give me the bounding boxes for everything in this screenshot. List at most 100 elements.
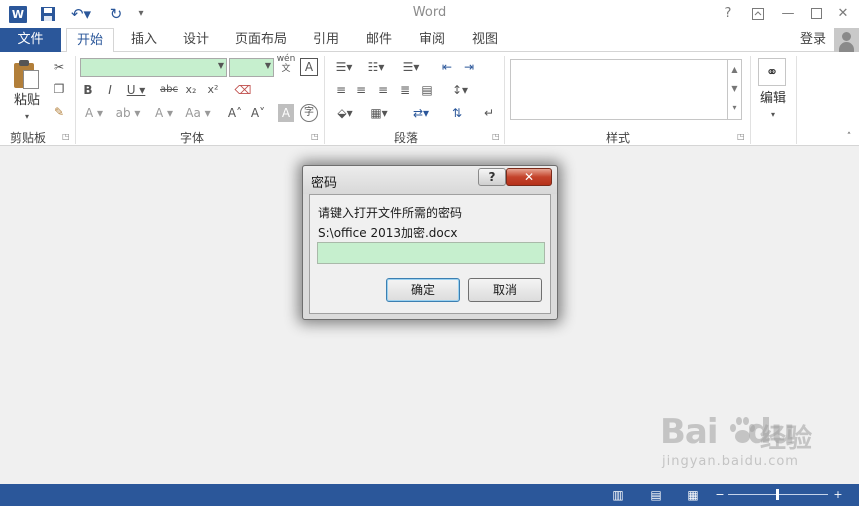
sort-icon[interactable]: ⇅ [448,104,466,122]
ribbon-display-icon[interactable] [748,4,768,24]
zoom-in-icon[interactable]: + [830,487,846,503]
strikethrough-icon[interactable]: abc [158,81,180,99]
justify-icon[interactable]: ≣ [396,81,414,99]
tab-home[interactable]: 开始 [66,28,114,53]
save-icon[interactable] [38,4,58,24]
paste-dropdown-icon[interactable]: ▾ [20,108,34,126]
clipboard-group-label: 剪贴板 [10,131,47,145]
tab-review[interactable]: 审阅 [410,28,454,52]
tab-file[interactable]: 文件 [0,28,61,52]
shading-icon[interactable]: ⬙▾ [330,104,360,122]
group-separator [75,56,76,144]
multilevel-list-icon[interactable]: ☰▾ [396,58,426,76]
font-name-box[interactable]: ▼ [80,58,227,77]
status-bar: ▥ ▤ ▦ − + [0,484,859,506]
ribbon-tab-bar: 文件 开始 插入 设计 页面布局 引用 邮件 审阅 视图 登录 [0,28,859,53]
distributed-icon[interactable]: ▤ [418,81,436,99]
cancel-button[interactable]: 取消 [468,278,542,302]
file-path: S:\office 2013加密.docx [318,226,458,240]
highlight-color-icon[interactable]: ab ▾ [113,104,143,122]
shrink-font-icon[interactable]: A˅ [249,104,267,122]
grow-font-icon[interactable]: A˄ [226,104,244,122]
styles-group-label: 样式 [606,131,631,145]
close-icon[interactable]: ✕ [833,4,853,24]
superscript-icon[interactable]: x² [204,81,222,99]
paste-icon[interactable] [14,60,40,90]
password-dialog: 密码 ? ✕ 请键入打开文件所需的密码 S:\office 2013加密.doc… [302,165,558,320]
format-painter-icon[interactable]: ✎ [50,103,68,121]
minimize-icon[interactable]: — [778,4,798,24]
font-group-label: 字体 [180,131,205,145]
group-separator [796,56,797,144]
tab-mailings[interactable]: 邮件 [357,28,401,52]
dialog-title-bar[interactable]: 密码 ? ✕ [303,166,557,194]
borders-icon[interactable]: ▦▾ [364,104,394,122]
numbering-icon[interactable]: ☷▾ [362,58,390,76]
undo-icon[interactable]: ↶▾ [66,4,96,24]
chinese-layout-icon[interactable]: ⇄▾ [406,104,436,122]
styles-launcher-icon[interactable]: ◳ [737,132,747,142]
enclose-characters-icon[interactable]: 字 [300,104,318,122]
maximize-icon[interactable] [806,4,826,24]
dialog-close-button[interactable]: ✕ [506,168,552,186]
zoom-out-icon[interactable]: − [712,487,728,503]
underline-icon[interactable]: U ▾ [124,81,148,99]
font-color-icon[interactable]: A ▾ [150,104,178,122]
collapse-ribbon-icon[interactable]: ˄ [843,128,855,146]
tab-page-layout[interactable]: 页面布局 [228,28,294,52]
italic-icon[interactable]: I [102,81,118,99]
show-hide-marks-icon[interactable]: ↵ [480,104,498,122]
group-separator [504,56,505,144]
cut-icon[interactable]: ✂ [50,58,68,76]
clipboard-launcher-icon[interactable]: ◳ [62,132,72,142]
find-binoculars-icon[interactable]: ⚭ [758,58,786,86]
tab-references[interactable]: 引用 [304,28,348,52]
word-app-icon[interactable]: W [9,6,27,23]
dialog-body: 请键入打开文件所需的密码 S:\office 2013加密.docx 确定 取消 [309,194,551,314]
ok-button[interactable]: 确定 [386,278,460,302]
subscript-icon[interactable]: x₂ [182,81,200,99]
customize-qat-icon[interactable]: ▾ [133,4,149,24]
password-input[interactable] [317,242,545,264]
text-effects-icon[interactable]: A ▾ [80,104,108,122]
paragraph-group-label: 段落 [394,131,419,145]
user-avatar[interactable] [834,28,859,52]
phonetic-guide-icon[interactable]: wén 文 [276,54,296,74]
align-right-icon[interactable]: ≡ [374,81,392,99]
character-border-icon[interactable]: A [300,58,318,76]
ribbon: 粘贴 ▾ ✂ ❐ ✎ 剪贴板 ◳ ▼ ▼ wén 文 A B I U ▾ abc … [0,52,859,146]
login-link[interactable]: 登录 [800,28,826,52]
character-shading-icon[interactable]: A [278,104,294,122]
line-spacing-icon[interactable]: ↕▾ [446,81,474,99]
redo-icon[interactable]: ↻ [106,4,126,24]
group-separator [750,56,751,144]
help-icon[interactable]: ? [718,4,738,24]
change-case-icon[interactable]: Aa ▾ [180,104,216,122]
align-center-icon[interactable]: ≡ [352,81,370,99]
read-mode-icon[interactable]: ▥ [610,487,626,503]
title-bar: W ↶▾ ↻ ▾ Word ? — ✕ [0,0,859,28]
bullets-icon[interactable]: ☰▾ [330,58,358,76]
dialog-help-button[interactable]: ? [478,168,506,186]
styles-gallery-scroll[interactable]: ▲ ▼ ▾ [728,59,742,120]
tab-insert[interactable]: 插入 [122,28,166,52]
web-layout-icon[interactable]: ▦ [685,487,701,503]
font-size-box[interactable]: ▼ [229,58,274,77]
copy-icon[interactable]: ❐ [50,80,68,98]
dialog-title: 密码 [311,176,338,191]
editing-dropdown-icon[interactable]: ▾ [766,106,780,124]
print-layout-icon[interactable]: ▤ [648,487,664,503]
group-separator [324,56,325,144]
increase-indent-icon[interactable]: ⇥ [460,58,478,76]
decrease-indent-icon[interactable]: ⇤ [438,58,456,76]
font-launcher-icon[interactable]: ◳ [311,132,321,142]
tab-view[interactable]: 视图 [463,28,507,52]
password-prompt: 请键入打开文件所需的密码 [318,206,463,220]
paragraph-launcher-icon[interactable]: ◳ [492,132,502,142]
bold-icon[interactable]: B [80,81,96,99]
clear-formatting-icon[interactable]: ⌫ [234,81,252,99]
zoom-slider-thumb[interactable] [776,489,779,500]
align-left-icon[interactable]: ≡ [332,81,350,99]
tab-design[interactable]: 设计 [174,28,218,52]
styles-gallery[interactable] [510,59,728,120]
